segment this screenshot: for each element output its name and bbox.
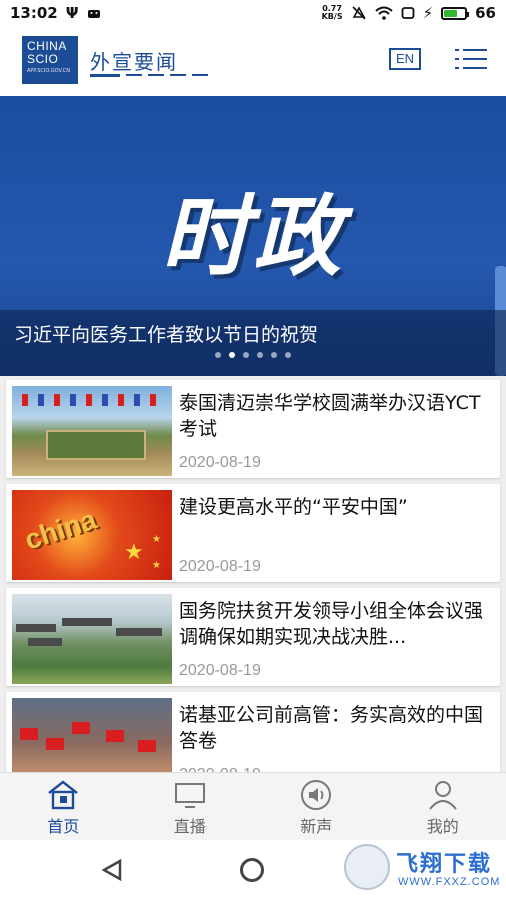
logo-line2: SCIO [27,52,59,66]
news-thumbnail [12,386,172,476]
watermark-text: 飞翔下载 [396,852,493,877]
carousel-dot[interactable] [257,352,263,358]
app-header: CHINA SCIO APP.SCIO.GOV.CN 外宣要闻 EN [0,26,506,96]
page-title: 外宣要闻 [90,50,178,74]
nav-mine-label: 我的 [426,817,459,836]
back-icon[interactable] [100,858,124,882]
user-icon [428,781,457,810]
tv-icon [174,783,205,808]
watermark-logo: 飞翔下载 WWW.FXXZ.COM [344,844,500,894]
language-en-button[interactable]: EN [389,48,421,70]
battery-percent: 66 [475,4,496,22]
bottom-nav: 首页 直播 新声 我的 [0,772,506,840]
news-title: 诺基亚公司前高管：务实高效的中国答卷 [179,704,484,752]
banner-carousel[interactable]: 时政 习近平向医务工作者致以节日的祝贺 [0,96,506,376]
title-underline [90,74,208,77]
news-item[interactable]: 诺基亚公司前高管：务实高效的中国答卷 2020-08-19 [6,692,500,772]
news-date: 2020-08-19 [179,454,261,471]
menu-button[interactable] [455,46,487,72]
system-nav-bar: 飞翔下载 WWW.FXXZ.COM [0,840,506,900]
carousel-dot[interactable] [215,352,221,358]
news-thumbnail [12,698,172,772]
net-speed-unit: KB/S [321,12,343,21]
nav-home[interactable]: 首页 [0,773,127,840]
news-list[interactable]: 泰国清迈崇华学校圆满举办汉语YCT考试 2020-08-19 china ★ ★… [0,376,506,772]
news-title: 建设更高水平的“平安中国” [179,496,408,518]
app-screen: 13:02 Ψ 0.77 KB/S ⚡ 66 CHINA SCIO APP.SC… [0,0,506,900]
android-icon [87,10,100,18]
nav-live[interactable]: 直播 [127,773,254,840]
news-date: 2020-08-19 [179,558,261,575]
wifi-icon [374,6,393,20]
news-date: 2020-08-19 [179,662,261,679]
news-title: 泰国清迈崇华学校圆满举办汉语YCT考试 [179,392,481,440]
battery-icon [441,6,470,20]
nav-voice-label: 新声 [300,817,333,836]
home-circle-icon[interactable] [240,858,264,882]
banner-hero-text: 时政 [160,185,345,288]
news-thumbnail: china ★ ★ ★ [12,490,172,580]
watermark-icon [344,844,390,890]
watermark-url: WWW.FXXZ.COM [398,876,501,888]
logo-line3: APP.SCIO.GOV.CN [27,68,71,74]
news-item[interactable]: 国务院扶贫开发领导小组全体会议强调确保如期实现决战决胜... 2020-08-1… [6,588,500,686]
speaker-icon [301,780,332,810]
carousel-dot[interactable] [271,352,277,358]
news-thumbnail [12,594,172,684]
screen-rotate-icon [401,7,414,19]
net-speed: 0.77 KB/S [322,5,343,21]
charging-icon: ⚡ [422,4,434,22]
carousel-dots [0,352,506,358]
carousel-dot[interactable] [243,352,249,358]
mute-icon [352,6,366,20]
banner-caption[interactable]: 习近平向医务工作者致以节日的祝贺 [14,320,318,347]
carousel-dot[interactable] [285,352,291,358]
china-scio-logo[interactable]: CHINA SCIO APP.SCIO.GOV.CN [22,36,78,84]
nav-voice[interactable]: 新声 [253,773,380,840]
news-item[interactable]: 泰国清迈崇华学校圆满举办汉语YCT考试 2020-08-19 [6,380,500,478]
nav-home-label: 首页 [47,817,80,836]
battery-fill [444,9,458,17]
home-icon [48,780,78,810]
news-item[interactable]: china ★ ★ ★ 建设更高水平的“平安中国” 2020-08-19 [6,484,500,582]
news-title: 国务院扶贫开发领导小组全体会议强调确保如期实现决战决胜... [179,600,484,648]
status-bar: 13:02 Ψ 0.77 KB/S ⚡ 66 [0,0,506,26]
usb-icon: Ψ [65,4,79,22]
nav-live-label: 直播 [173,817,206,836]
banner-caption-bar: 习近平向医务工作者致以节日的祝贺 [0,310,506,376]
nav-mine[interactable]: 我的 [380,773,506,840]
carousel-dot[interactable] [229,352,235,358]
status-time: 13:02 [10,4,58,22]
